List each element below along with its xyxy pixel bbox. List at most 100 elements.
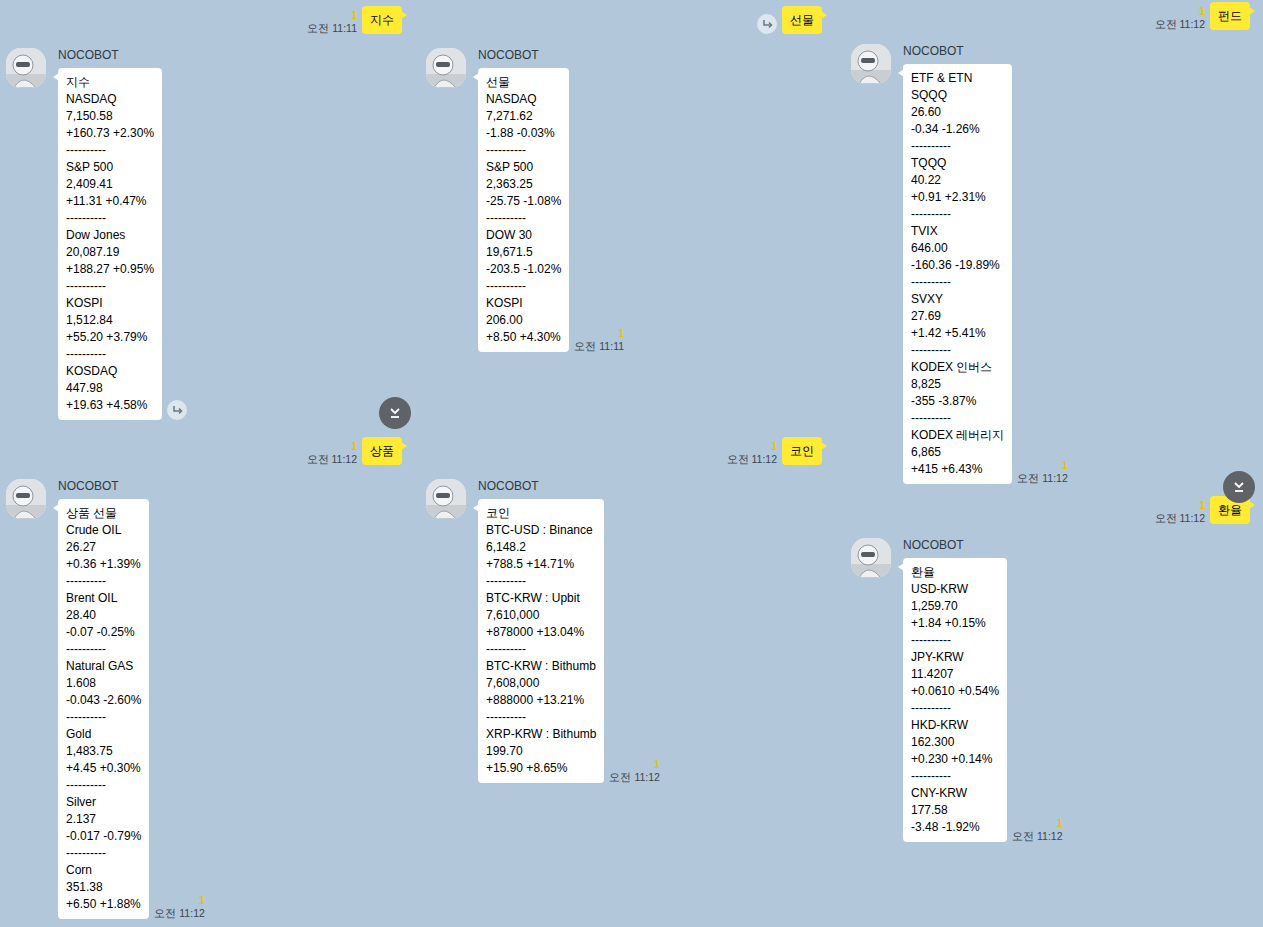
chat-snippet: 1오전 11:11지수NOCOBOT지수NASDAQ7,150.58+160.7… [0,0,420,431]
item-name: CNY-KRW [911,785,999,802]
item-name: JPY-KRW [911,649,999,666]
bot-message: NOCOBOTETF & ETNSQQQ26.60-0.34 -1.26%---… [903,44,1068,484]
item-value: 2,363.25 [486,176,561,193]
item-change: +55.20 +3.79% [66,329,154,346]
bot-message-row: NOCOBOT 상품 선물Crude OIL26.27+0.36 +1.39%--… [0,479,420,919]
item-change: +15.90 +8.65% [486,760,596,777]
item-value: 351.38 [66,879,141,896]
item-value: 1.608 [66,675,141,692]
robot-avatar-icon[interactable] [851,44,891,84]
item-value: 28.40 [66,607,141,624]
item-name: TQQQ [911,155,1004,172]
user-message: 지수 [362,6,402,34]
message-time: 오전 11:12 [307,453,357,465]
unread-count: 1 [199,895,205,907]
message-meta: 1오전 11:11 [574,328,624,352]
bot-message: NOCOBOT 코인BTC-USD : Binance6,148.2+788.5 … [478,479,660,783]
message-meta: 1오전 11:12 [727,441,777,465]
item-change: +19.63 +4.58% [66,397,154,414]
message-meta: 1오전 11:11 [307,10,357,34]
item-name: KODEX 인버스 [911,359,1004,376]
bubble-row: 상품 선물Crude OIL26.27+0.36 +1.39%---------… [58,499,205,919]
item-name: KOSDAQ [66,363,154,380]
item-change: +888000 +13.21% [486,692,596,709]
separator: ---------- [66,845,141,862]
robot-avatar-icon[interactable] [426,48,466,88]
unread-count: 1 [1199,500,1205,512]
bubble-title: ETF & ETN [911,70,1004,87]
item-name: NASDAQ [486,91,561,108]
separator: ---------- [911,632,999,649]
item-name: KOSPI [486,295,561,312]
robot-avatar-icon[interactable] [426,479,466,519]
separator: ---------- [486,641,596,658]
item-name: USD-KRW [911,581,999,598]
item-change: +0.91 +2.31% [911,189,1004,206]
message-time: 오전 11:12 [1017,472,1067,484]
item-change: +0.0610 +0.54% [911,683,999,700]
item-value: 2.137 [66,811,141,828]
item-name: Crude OIL [66,522,141,539]
item-change: +8.50 +4.30% [486,329,561,346]
separator: ---------- [66,641,141,658]
robot-avatar-icon[interactable] [6,48,46,88]
item-name: SVXY [911,291,1004,308]
separator: ---------- [911,768,999,785]
separator: ---------- [486,210,561,227]
bot-message-row: NOCOBOT 선물NASDAQ7,271.62-1.88 -0.03%-----… [420,48,840,352]
robot-avatar-icon[interactable] [851,538,891,578]
message-time: 오전 11:12 [727,453,777,465]
user-message: 펀드 [1210,2,1250,30]
item-change: +878000 +13.04% [486,624,596,641]
unread-count: 1 [771,441,777,453]
unread-count: 1 [351,10,357,22]
robot-avatar-icon[interactable] [6,479,46,519]
user-message-row: 1오전 11:12상품 [0,437,420,465]
separator: ---------- [911,700,999,717]
item-value: 1,483.75 [66,743,141,760]
bot-bubble: 코인BTC-USD : Binance6,148.2+788.5 +14.71%… [478,499,604,783]
item-value: 1,259.70 [911,598,999,615]
item-value: 8,825 [911,376,1004,393]
sender-name: NOCOBOT [58,479,205,493]
item-change: +415 +6.43% [911,461,1004,478]
scroll-down-icon[interactable] [379,397,411,429]
item-name: SQQQ [911,87,1004,104]
chat-column: 선물 NOCOBOT 선물NASDAQ7,271.62-1.88 -0.03%---… [420,0,840,919]
message-meta: 1오전 11:12 [1155,500,1205,524]
share-icon[interactable] [167,400,187,420]
bubble-title: 환율 [911,564,999,581]
user-message: 선물 [782,6,822,34]
item-value: 27.69 [911,308,1004,325]
message-meta: 1오전 11:12 [1155,6,1205,30]
item-value: 646.00 [911,240,1004,257]
separator: ---------- [911,274,1004,291]
item-change: +1.84 +0.15% [911,615,999,632]
item-change: -0.34 -1.26% [911,121,1004,138]
separator: ---------- [66,278,154,295]
message-meta: 1오전 11:12 [1017,460,1067,484]
share-icon[interactable] [757,14,777,34]
separator: ---------- [66,210,154,227]
item-name: Natural GAS [66,658,141,675]
separator: ---------- [66,573,141,590]
unread-count: 1 [1199,6,1205,18]
message-time: 오전 11:11 [574,340,624,352]
bubble-row: 환율USD-KRW1,259.70+1.84 +0.15%----------J… [903,558,1063,842]
item-value: 19,671.5 [486,244,561,261]
item-value: 26.60 [911,104,1004,121]
bubble-title: 지수 [66,74,154,91]
user-message: 코인 [782,437,822,465]
sender-name: NOCOBOT [478,479,660,493]
sender-name: NOCOBOT [478,48,624,62]
bot-message-row: NOCOBOT지수NASDAQ7,150.58+160.73 +2.30%---… [0,48,420,420]
bot-bubble: 지수NASDAQ7,150.58+160.73 +2.30%----------… [58,68,162,420]
item-name: Silver [66,794,141,811]
bot-bubble: 선물NASDAQ7,271.62-1.88 -0.03%----------S&… [478,68,569,352]
scroll-down-icon[interactable] [1223,471,1255,503]
item-value: 1,512.84 [66,312,154,329]
bubble-row: 지수NASDAQ7,150.58+160.73 +2.30%----------… [58,68,187,420]
item-value: 40.22 [911,172,1004,189]
unread-count: 1 [1057,818,1063,830]
item-name: KODEX 레버리지 [911,427,1004,444]
